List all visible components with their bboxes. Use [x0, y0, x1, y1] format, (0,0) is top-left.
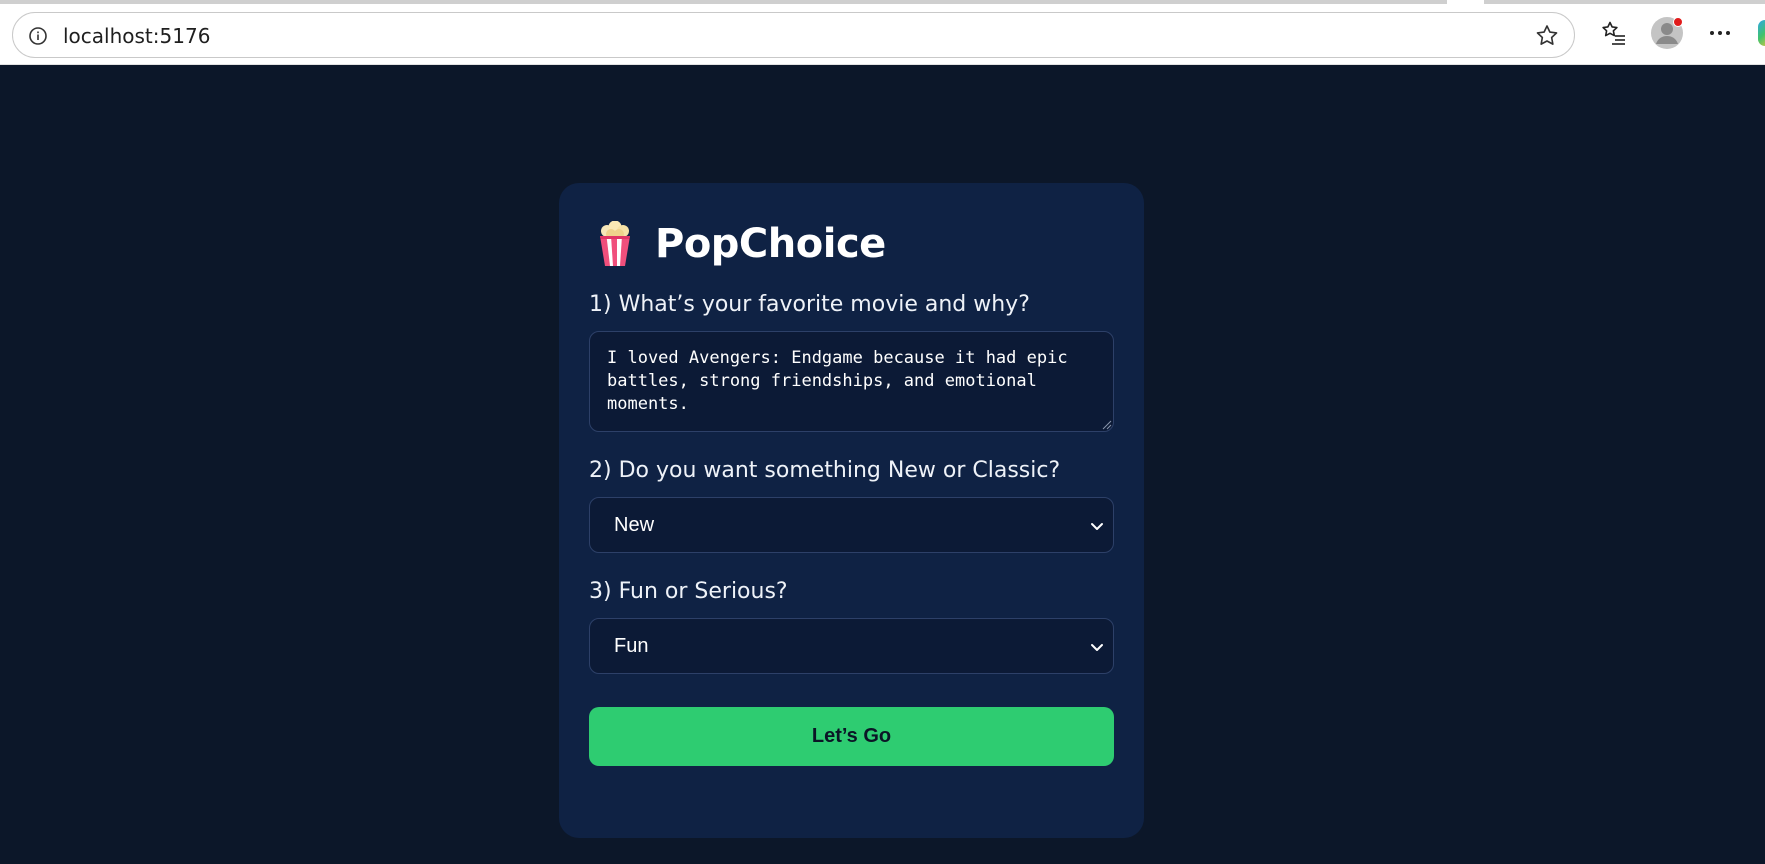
- fun-or-serious-value: Fun: [614, 634, 649, 657]
- question-1-label: 1) What’s your favorite movie and why?: [589, 292, 1030, 317]
- bookmark-star-icon[interactable]: [1534, 23, 1560, 49]
- favorite-movie-textarea[interactable]: I loved Avengers: Endgame because it had…: [589, 331, 1114, 432]
- chevron-down-icon: [1091, 523, 1103, 530]
- app-title: PopChoice: [655, 221, 886, 267]
- question-3-label: 3) Fun or Serious?: [589, 579, 788, 604]
- new-or-classic-value: New: [614, 513, 655, 536]
- popchoice-card: PopChoice 1) What’s your favorite movie …: [559, 183, 1144, 838]
- fun-or-serious-select[interactable]: Fun: [589, 618, 1114, 674]
- profile-avatar[interactable]: [1650, 16, 1684, 50]
- new-or-classic-select[interactable]: New: [589, 497, 1114, 553]
- app-header: PopChoice: [597, 221, 886, 267]
- chevron-down-icon: [1091, 644, 1103, 651]
- browser-toolbar: localhost:5176: [0, 0, 1765, 65]
- lets-go-button[interactable]: Let’s Go: [589, 707, 1114, 766]
- favorites-icon[interactable]: [1597, 16, 1631, 50]
- tab-strip-secondary: [1484, 0, 1765, 4]
- address-bar[interactable]: localhost:5176: [12, 12, 1575, 58]
- site-info-icon[interactable]: [27, 25, 49, 47]
- url-text[interactable]: localhost:5176: [63, 25, 210, 47]
- question-2-label: 2) Do you want something New or Classic?: [589, 458, 1061, 483]
- more-menu-icon[interactable]: [1703, 16, 1737, 50]
- tab-strip: [0, 0, 1447, 4]
- resize-grip-icon[interactable]: [1102, 420, 1112, 430]
- copilot-icon[interactable]: [1758, 20, 1765, 46]
- popcorn-icon: [600, 221, 630, 266]
